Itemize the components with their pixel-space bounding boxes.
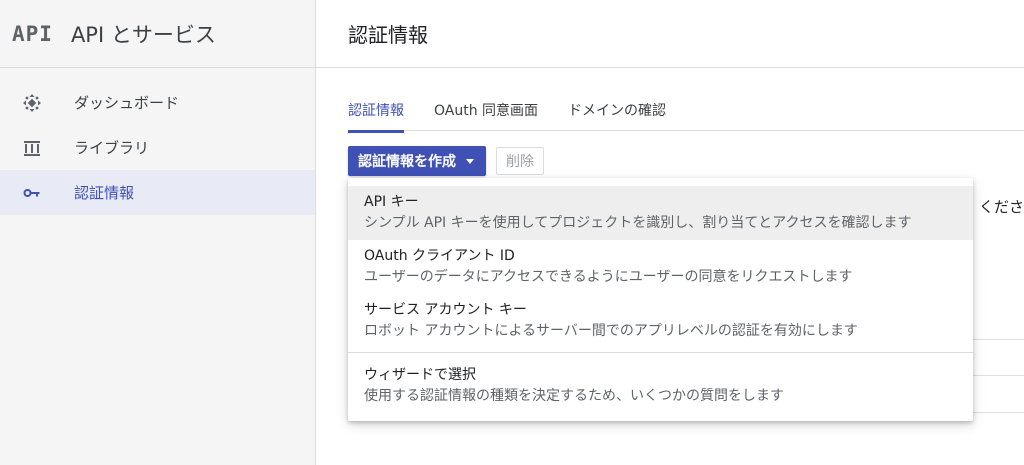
- menu-item-title: OAuth クライアント ID: [364, 248, 515, 264]
- create-credentials-label: 認証情報を作成: [358, 154, 456, 170]
- menu-item-description: シンプル API キーを使用してプロジェクトを識別し、割り当てとアクセスを確認し…: [364, 215, 912, 231]
- create-credentials-menu: API キー シンプル API キーを使用してプロジェクトを識別し、割り当てとア…: [348, 178, 973, 421]
- menu-item-description: ロボット アカウントによるサーバー間でのアプリレベルの認証を有効にします: [364, 323, 858, 339]
- menu-item-description: 使用する認証情報の種類を決定するため、いくつかの質問をします: [364, 388, 784, 404]
- create-credentials-button[interactable]: 認証情報を作成: [348, 146, 486, 176]
- sidebar-item-label: ライブラリ: [74, 139, 150, 157]
- menu-item-title: ウィザードで選択: [364, 367, 476, 383]
- menu-item-title: サービス アカウント キー: [364, 302, 527, 318]
- sidebar: API API とサービス ダッシュボード ライブラリ 認証情報: [0, 0, 316, 465]
- background-text: ください: [979, 198, 1024, 216]
- toolbar: 認証情報を作成 削除: [348, 146, 544, 176]
- tab-credentials[interactable]: 認証情報: [348, 92, 404, 133]
- delete-button[interactable]: 削除: [496, 147, 544, 175]
- menu-item-help-me-choose[interactable]: ウィザードで選択 使用する認証情報の種類を決定するため、いくつかの質問をします: [348, 359, 973, 413]
- sidebar-item-library[interactable]: ライブラリ: [0, 125, 315, 170]
- sidebar-nav: ダッシュボード ライブラリ 認証情報: [0, 68, 315, 215]
- menu-item-service-account-key[interactable]: サービス アカウント キー ロボット アカウントによるサーバー間でのアプリレベル…: [348, 294, 973, 348]
- dashboard-icon: [22, 93, 42, 113]
- tab-oauth-consent[interactable]: OAuth 同意画面: [434, 92, 538, 130]
- menu-item-oauth-client-id[interactable]: OAuth クライアント ID ユーザーのデータにアクセスできるようにユーザーの…: [348, 240, 973, 294]
- menu-item-description: ユーザーのデータにアクセスできるようにユーザーの同意をリクエストします: [364, 269, 853, 285]
- api-logo: API: [12, 21, 53, 46]
- sidebar-item-dashboard[interactable]: ダッシュボード: [0, 80, 315, 125]
- sidebar-item-label: 認証情報: [74, 184, 135, 202]
- key-icon: [22, 183, 42, 203]
- tab-domain-verification[interactable]: ドメインの確認: [568, 92, 666, 130]
- page-title: 認証情報: [348, 23, 428, 47]
- library-icon: [22, 138, 42, 158]
- menu-item-api-key[interactable]: API キー シンプル API キーを使用してプロジェクトを識別し、割り当てとア…: [348, 186, 973, 240]
- sidebar-item-credentials[interactable]: 認証情報: [0, 170, 315, 215]
- main-header: 認証情報: [316, 0, 1024, 68]
- tab-bar: 認証情報 OAuth 同意画面 ドメインの確認: [348, 92, 1024, 133]
- sidebar-item-label: ダッシュボード: [74, 94, 180, 112]
- menu-divider: [348, 352, 973, 353]
- app-title: API とサービス: [70, 22, 216, 47]
- app-window: API API とサービス ダッシュボード ライブラリ 認証情報 認証情報 認証…: [0, 0, 1024, 465]
- caret-down-icon: [466, 158, 474, 164]
- sidebar-header: API API とサービス: [0, 0, 315, 68]
- menu-item-title: API キー: [364, 194, 419, 210]
